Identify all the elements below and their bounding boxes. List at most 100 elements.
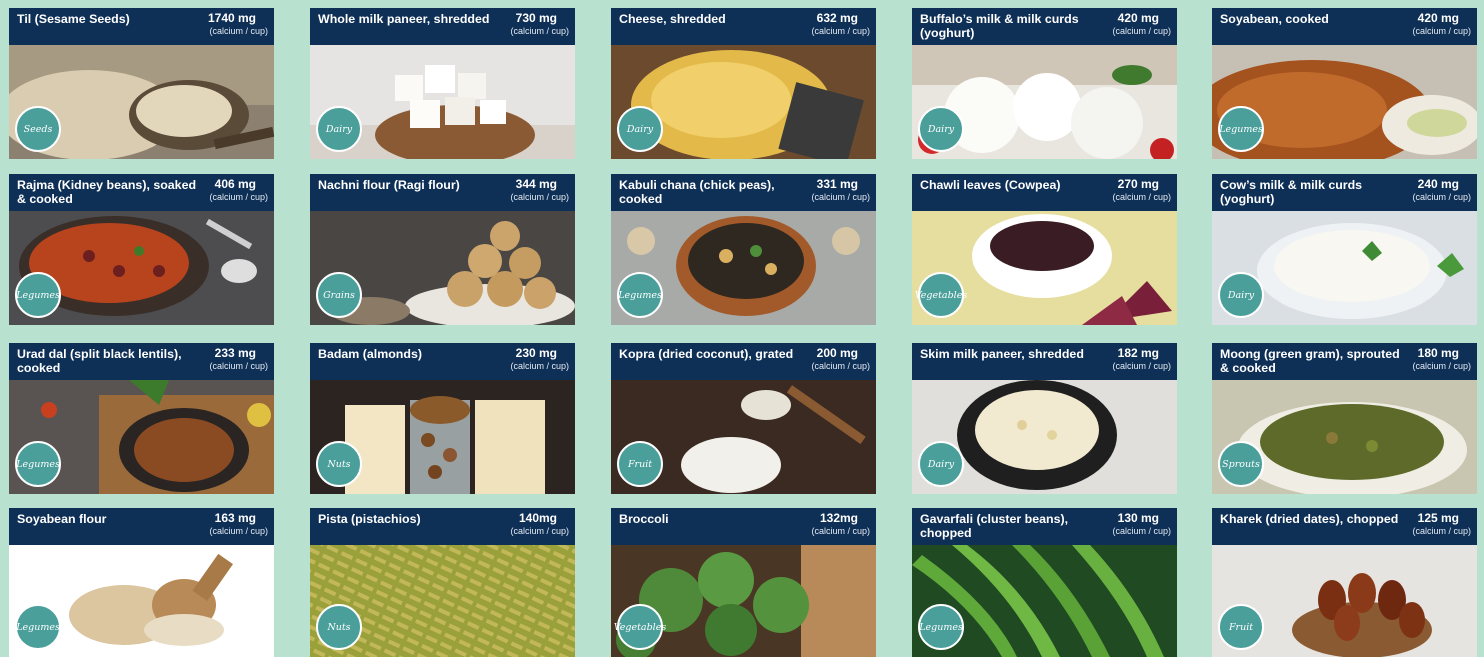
food-name: Kabuli chana (chick peas), cooked: [619, 178, 775, 206]
category-badge: Legumes: [15, 441, 61, 487]
food-card-urad-dal: Urad dal (split black lentils), cooked 2…: [9, 343, 274, 494]
category-badge: Vegetables: [915, 272, 967, 318]
category-badge: Nuts: [316, 604, 362, 650]
calcium-unit: (calcium / cup): [1112, 361, 1171, 371]
food-name: Cheese, shredded: [619, 12, 726, 26]
food-name: Urad dal (split black lentils), cooked: [17, 347, 182, 375]
card-header: Chawli leaves (Cowpea) 270 mg (calcium /…: [912, 174, 1177, 211]
calcium-value: 182 mg: [1117, 346, 1159, 360]
category-badge: Grains: [316, 272, 362, 318]
food-card-kharek: Kharek (dried dates), chopped 125 mg (ca…: [1212, 508, 1477, 657]
food-card-nachni-flour: Nachni flour (Ragi flour) 344 mg (calciu…: [310, 174, 575, 325]
card-header: Soyabean, cooked 420 mg (calcium / cup): [1212, 8, 1477, 45]
calcium-unit: (calcium / cup): [811, 26, 870, 36]
category-badge: Fruit: [1218, 604, 1264, 650]
food-name: Chawli leaves (Cowpea): [920, 178, 1061, 192]
calcium-unit: (calcium / cup): [510, 361, 569, 371]
calcium-value: 200 mg: [816, 346, 858, 360]
card-header: Whole milk paneer, shredded 730 mg (calc…: [310, 8, 575, 45]
food-name: Gavarfali (cluster beans), chopped: [920, 512, 1069, 540]
category-badge: Seeds: [15, 106, 61, 152]
calcium-value: 125 mg: [1417, 511, 1459, 525]
calcium-unit: (calcium / cup): [1112, 526, 1171, 536]
calcium-value: 270 mg: [1117, 177, 1159, 191]
calcium-unit: (calcium / cup): [811, 192, 870, 202]
calcium-value: 233 mg: [214, 346, 256, 360]
food-card-rajma: Rajma (Kidney beans), soaked & cooked 40…: [9, 174, 274, 325]
food-card-buffalo-milk: Buffalo’s milk & milk curds (yoghurt) 42…: [912, 8, 1177, 159]
card-header: Til (Sesame Seeds) 1740 mg (calcium / cu…: [9, 8, 274, 45]
calcium-value: 1740 mg: [207, 11, 256, 25]
food-name: Cow’s milk & milk curds (yoghurt): [1220, 178, 1363, 206]
calcium-unit: (calcium / cup): [209, 192, 268, 202]
calcium-unit: (calcium / cup): [1412, 361, 1471, 371]
food-card-kopra: Kopra (dried coconut), grated 200 mg (ca…: [611, 343, 876, 494]
food-name: Kopra (dried coconut), grated: [619, 347, 794, 361]
card-header: Skim milk paneer, shredded 182 mg (calci…: [912, 343, 1177, 380]
card-header: Urad dal (split black lentils), cooked 2…: [9, 343, 274, 380]
category-badge: Legumes: [918, 604, 964, 650]
food-name: Moong (green gram), sprouted & cooked: [1220, 347, 1400, 375]
card-header: Soyabean flour 163 mg (calcium / cup): [9, 508, 274, 545]
calcium-value: 130 mg: [1117, 511, 1159, 525]
category-badge: Dairy: [617, 106, 663, 152]
calcium-unit: (calcium / cup): [811, 361, 870, 371]
food-card-cows-milk: Cow’s milk & milk curds (yoghurt) 240 mg…: [1212, 174, 1477, 325]
category-badge: Legumes: [617, 272, 663, 318]
food-card-pista: Pista (pistachios) 140mg (calcium / cup)…: [310, 508, 575, 657]
food-card-kabuli-chana: Kabuli chana (chick peas), cooked 331 mg…: [611, 174, 876, 325]
category-badge: Nuts: [316, 441, 362, 487]
food-card-til: Til (Sesame Seeds) 1740 mg (calcium / cu…: [9, 8, 274, 159]
card-header: Buffalo’s milk & milk curds (yoghurt) 42…: [912, 8, 1177, 45]
food-card-moong: Moong (green gram), sprouted & cooked 18…: [1212, 343, 1477, 494]
food-name: Buffalo’s milk & milk curds (yoghurt): [920, 12, 1079, 40]
calcium-value: 132mg: [819, 511, 858, 525]
calcium-value: 331 mg: [816, 177, 858, 191]
food-card-cheese-shredded: Cheese, shredded 632 mg (calcium / cup) …: [611, 8, 876, 159]
card-header: Badam (almonds) 230 mg (calcium / cup): [310, 343, 575, 380]
calcium-value: 406 mg: [214, 177, 256, 191]
card-header: Kopra (dried coconut), grated 200 mg (ca…: [611, 343, 876, 380]
food-name: Nachni flour (Ragi flour): [318, 178, 460, 192]
category-badge: Dairy: [918, 106, 964, 152]
category-badge: Dairy: [316, 106, 362, 152]
card-header: Cheese, shredded 632 mg (calcium / cup): [611, 8, 876, 45]
food-card-broccoli: Broccoli 132mg (calcium / cup) Vegetable…: [611, 508, 876, 657]
food-name: Soyabean flour: [17, 512, 107, 526]
food-name: Soyabean, cooked: [1220, 12, 1329, 26]
calcium-value: 230 mg: [515, 346, 557, 360]
card-header: Pista (pistachios) 140mg (calcium / cup): [310, 508, 575, 545]
card-header: Rajma (Kidney beans), soaked & cooked 40…: [9, 174, 274, 211]
calcium-value: 180 mg: [1417, 346, 1459, 360]
calcium-value: 632 mg: [816, 11, 858, 25]
calcium-unit: (calcium / cup): [1412, 26, 1471, 36]
food-card-soyabean-cooked: Soyabean, cooked 420 mg (calcium / cup) …: [1212, 8, 1477, 159]
calcium-unit: (calcium / cup): [510, 26, 569, 36]
category-badge: Legumes: [15, 272, 61, 318]
calcium-unit: (calcium / cup): [209, 361, 268, 371]
food-card-whole-milk-paneer: Whole milk paneer, shredded 730 mg (calc…: [310, 8, 575, 159]
calcium-unit: (calcium / cup): [209, 526, 268, 536]
food-name: Pista (pistachios): [318, 512, 421, 526]
calcium-value: 344 mg: [515, 177, 557, 191]
food-name: Rajma (Kidney beans), soaked & cooked: [17, 178, 197, 206]
calcium-unit: (calcium / cup): [510, 526, 569, 536]
card-header: Kharek (dried dates), chopped 125 mg (ca…: [1212, 508, 1477, 545]
food-name: Badam (almonds): [318, 347, 422, 361]
food-name: Til (Sesame Seeds): [17, 12, 130, 26]
calcium-unit: (calcium / cup): [811, 526, 870, 536]
calcium-unit: (calcium / cup): [209, 26, 268, 36]
food-card-soyabean-flour: Soyabean flour 163 mg (calcium / cup) Le…: [9, 508, 274, 657]
calcium-value: 140mg: [518, 511, 557, 525]
food-card-skim-milk-paneer: Skim milk paneer, shredded 182 mg (calci…: [912, 343, 1177, 494]
food-name: Broccoli: [619, 512, 669, 526]
food-name: Kharek (dried dates), chopped: [1220, 512, 1399, 526]
card-header: Moong (green gram), sprouted & cooked 18…: [1212, 343, 1477, 380]
calcium-unit: (calcium / cup): [510, 192, 569, 202]
card-header: Broccoli 132mg (calcium / cup): [611, 508, 876, 545]
calcium-unit: (calcium / cup): [1112, 192, 1171, 202]
food-card-badam: Badam (almonds) 230 mg (calcium / cup) N…: [310, 343, 575, 494]
food-name: Skim milk paneer, shredded: [920, 347, 1084, 361]
food-card-chawli-leaves: Chawli leaves (Cowpea) 270 mg (calcium /…: [912, 174, 1177, 325]
card-header: Cow’s milk & milk curds (yoghurt) 240 mg…: [1212, 174, 1477, 211]
